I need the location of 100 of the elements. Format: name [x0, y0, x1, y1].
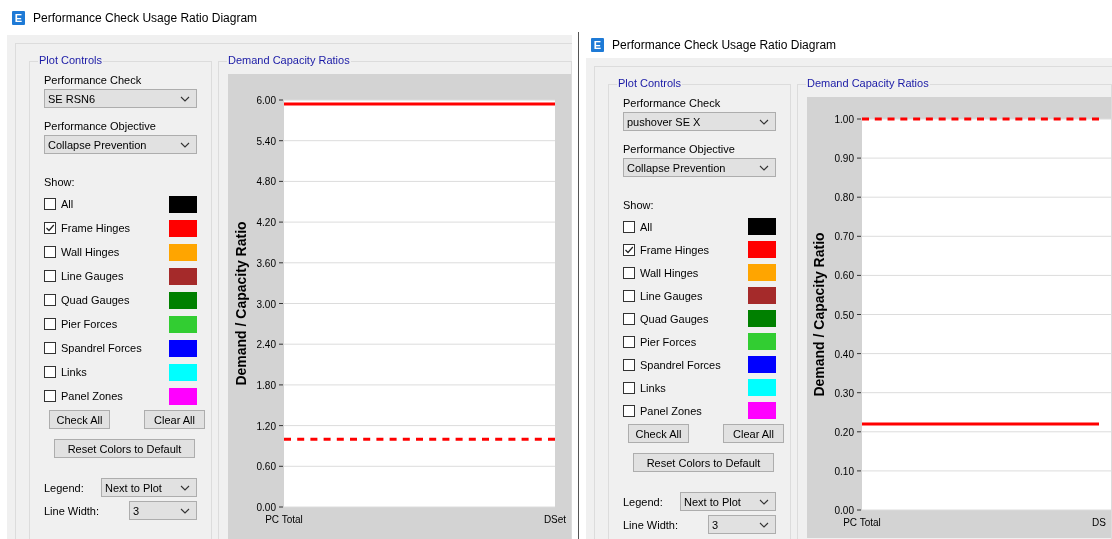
tick-mark	[278, 262, 284, 264]
checkbox[interactable]	[44, 366, 56, 378]
y-tick-label: 1.20	[256, 420, 276, 432]
line-width-dropdown[interactable]: 3	[129, 501, 197, 520]
color-swatch[interactable]	[748, 264, 776, 281]
y-tick-label: 6.00	[256, 95, 276, 106]
field-label: Legend:	[623, 495, 663, 508]
color-swatch[interactable]	[748, 333, 776, 350]
checkbox[interactable]	[44, 198, 56, 210]
checkbox-label[interactable]: Frame Hinges	[640, 243, 748, 256]
clear-all-button[interactable]: Clear All	[144, 410, 205, 429]
color-swatch[interactable]	[748, 241, 776, 258]
check-all-button[interactable]: Check All	[49, 410, 110, 429]
color-swatch[interactable]	[748, 310, 776, 327]
tick-mark	[278, 180, 284, 182]
legend-dropdown[interactable]: Next to Plot	[101, 478, 197, 497]
window-title: Performance Check Usage Ratio Diagram	[33, 10, 258, 25]
tick-mark	[278, 221, 284, 223]
checkbox[interactable]	[44, 270, 56, 282]
y-tick-label: 0.90	[834, 153, 854, 165]
line-width-dropdown[interactable]: 3	[708, 515, 776, 534]
color-swatch[interactable]	[169, 195, 197, 213]
checkbox[interactable]	[44, 246, 56, 258]
x-category-label: PC Total	[265, 514, 303, 525]
color-swatch[interactable]	[169, 291, 197, 309]
checkbox[interactable]	[623, 404, 635, 417]
checkbox-label[interactable]: Wall Hinges	[640, 266, 748, 279]
performance-check-dropdown[interactable]: pushover SE X	[623, 112, 776, 131]
color-swatch[interactable]	[169, 315, 197, 333]
window-title: Performance Check Usage Ratio Diagram	[612, 38, 837, 52]
checkbox-label[interactable]: Links	[61, 366, 169, 378]
color-swatch[interactable]	[169, 339, 197, 357]
chevron-down-icon	[180, 484, 190, 491]
tick-mark	[856, 118, 862, 120]
chevron-down-icon	[180, 507, 190, 514]
checkbox-label[interactable]: All	[640, 220, 748, 233]
y-tick-label: 5.40	[256, 135, 276, 147]
checkbox-label[interactable]: Panel Zones	[640, 404, 748, 417]
performance-objective-dropdown[interactable]: Collapse Prevention	[623, 158, 776, 177]
chevron-down-icon	[759, 118, 769, 125]
checkbox[interactable]	[623, 220, 635, 233]
y-tick-label: 0.00	[256, 502, 276, 513]
color-swatch[interactable]	[169, 363, 197, 381]
checkbox-label[interactable]: Panel Zones	[61, 390, 169, 402]
tick-mark	[856, 314, 862, 315]
checkbox[interactable]	[44, 342, 56, 354]
color-swatch[interactable]	[169, 387, 197, 405]
tick-mark	[856, 509, 862, 511]
checkbox[interactable]	[44, 318, 56, 330]
color-swatch[interactable]	[748, 218, 776, 235]
checkbox-label[interactable]: Frame Hinges	[61, 222, 169, 234]
checkbox-label[interactable]: Quad Gauges	[640, 312, 748, 325]
field-label: Performance Objective	[44, 120, 157, 132]
color-swatch[interactable]	[748, 379, 776, 396]
field-label: Performance Check	[44, 74, 143, 86]
clear-all-button[interactable]: Clear All	[723, 424, 784, 443]
checkbox[interactable]	[44, 390, 56, 402]
checkbox[interactable]	[623, 289, 635, 302]
color-swatch[interactable]	[169, 243, 197, 261]
color-swatch[interactable]	[169, 267, 197, 285]
checkbox[interactable]	[44, 222, 56, 234]
check-all-button[interactable]: Check All	[628, 424, 689, 443]
color-swatch[interactable]	[169, 219, 197, 237]
checkbox-label[interactable]: Line Gauges	[61, 270, 169, 282]
checkbox-label[interactable]: Wall Hinges	[61, 246, 169, 258]
chevron-down-icon	[759, 164, 769, 171]
checkbox[interactable]	[623, 266, 635, 279]
checkbox-label[interactable]: Pier Forces	[640, 335, 748, 348]
app-icon: E	[591, 38, 604, 52]
y-tick-label: 0.60	[256, 461, 276, 473]
checkbox-label[interactable]: All	[61, 198, 169, 210]
tick-mark	[278, 384, 284, 386]
reset-colors-button[interactable]: Reset Colors to Default	[633, 453, 774, 472]
checkbox[interactable]	[623, 381, 635, 394]
checkbox[interactable]	[623, 312, 635, 325]
checkbox-label[interactable]: Pier Forces	[61, 318, 169, 330]
x-category-label: DSet	[543, 514, 567, 525]
color-swatch[interactable]	[748, 287, 776, 304]
y-tick-label: 3.60	[256, 257, 276, 269]
checkbox-label[interactable]: Spandrel Forces	[61, 342, 169, 354]
checkbox[interactable]	[623, 335, 635, 348]
field-label: Legend:	[44, 481, 84, 494]
x-category-label: DS	[1092, 517, 1106, 528]
performance-check-dropdown[interactable]: SE RSN6	[44, 89, 197, 108]
checkbox[interactable]	[623, 243, 635, 256]
checkbox[interactable]	[623, 358, 635, 371]
color-swatch[interactable]	[748, 356, 776, 373]
checkbox-label[interactable]: Quad Gauges	[61, 294, 169, 306]
legend-dropdown[interactable]: Next to Plot	[680, 492, 776, 511]
checkbox-label[interactable]: Links	[640, 381, 748, 394]
tick-mark	[278, 343, 284, 345]
group-title: Plot Controls	[617, 77, 682, 89]
checkbox-label[interactable]: Line Gauges	[640, 289, 748, 302]
tick-mark	[856, 196, 862, 198]
chevron-down-icon	[759, 521, 769, 528]
checkbox-label[interactable]: Spandrel Forces	[640, 358, 748, 371]
color-swatch[interactable]	[748, 402, 776, 419]
reset-colors-button[interactable]: Reset Colors to Default	[54, 439, 195, 458]
performance-objective-dropdown[interactable]: Collapse Prevention	[44, 135, 197, 154]
checkbox[interactable]	[44, 294, 56, 306]
